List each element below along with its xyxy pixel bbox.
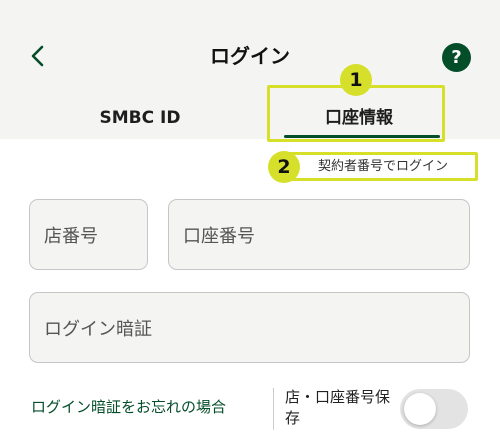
contract-number-login-link[interactable]: 契約者番号でログイン bbox=[318, 155, 448, 179]
login-password-input[interactable]: ログイン暗証 bbox=[29, 292, 470, 363]
forgot-password-link[interactable]: ログイン暗証をお忘れの場合 bbox=[31, 396, 226, 417]
branch-number-placeholder: 店番号 bbox=[44, 225, 98, 247]
branch-number-input[interactable]: 店番号 bbox=[29, 199, 148, 270]
callout-badge-2: 2 bbox=[268, 151, 300, 183]
save-account-label: 店・口座番号保存 bbox=[285, 388, 391, 427]
login-password-placeholder: ログイン暗証 bbox=[44, 318, 152, 340]
help-button[interactable]: ? bbox=[442, 43, 471, 72]
page-title: ログイン bbox=[210, 44, 290, 68]
footer-divider bbox=[273, 388, 274, 430]
save-account-toggle[interactable] bbox=[400, 389, 468, 429]
callout-badge-1: 1 bbox=[340, 64, 372, 96]
login-screen: ログイン ? SMBC ID 口座情報 1 契約者番号でログイン 2 店番号 口… bbox=[0, 0, 500, 436]
tab-smbc-id[interactable]: SMBC ID bbox=[40, 96, 240, 140]
account-number-placeholder: 口座番号 bbox=[183, 225, 255, 247]
account-number-input[interactable]: 口座番号 bbox=[168, 199, 470, 270]
toggle-knob bbox=[404, 393, 436, 425]
